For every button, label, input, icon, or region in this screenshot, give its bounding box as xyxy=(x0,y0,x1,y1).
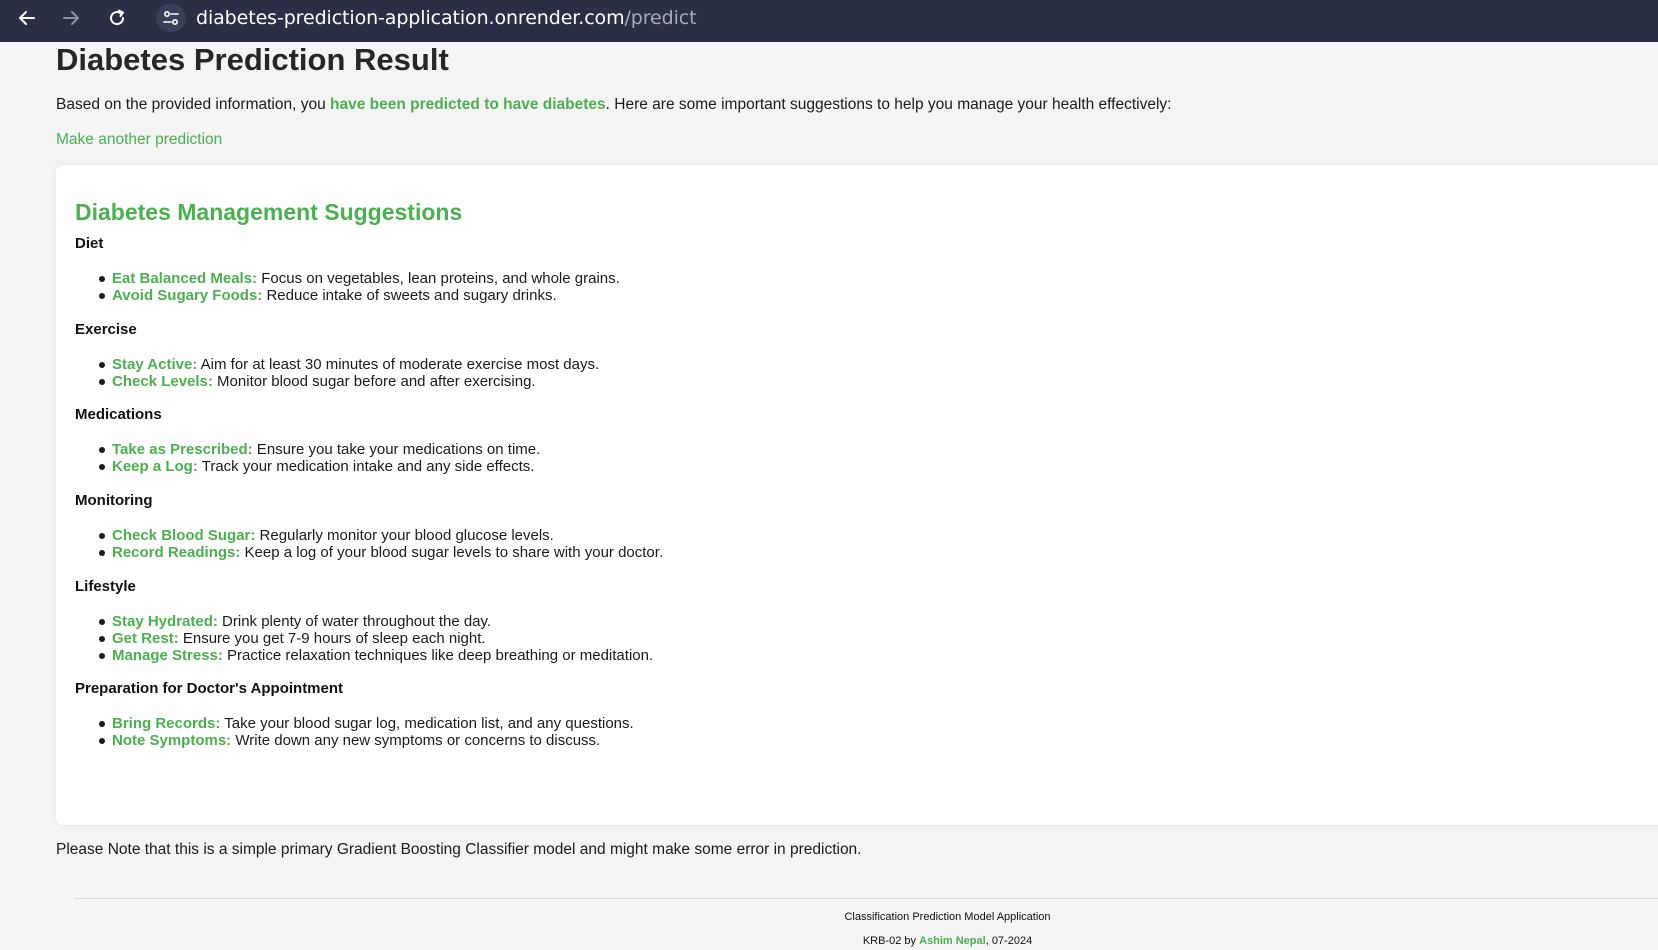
url-path: /predict xyxy=(624,7,697,29)
item-term: Check Blood Sugar: xyxy=(112,527,256,544)
list-item: Check Blood Sugar: Regularly monitor you… xyxy=(75,527,663,544)
suggestion-list: Take as Prescribed: Ensure you take your… xyxy=(75,441,540,475)
list-item: Get Rest: Ensure you get 7-9 hours of sl… xyxy=(75,630,653,647)
section-diet: Diet Eat Balanced Meals: Focus on vegeta… xyxy=(75,235,620,304)
section-title: Exercise xyxy=(75,321,137,338)
item-term: Stay Active: xyxy=(112,356,198,373)
list-item: Eat Balanced Meals: Focus on vegetables,… xyxy=(75,270,620,287)
section-title: Preparation for Doctor's Appointment xyxy=(75,680,344,697)
list-item: Avoid Sugary Foods: Reduce intake of swe… xyxy=(75,287,620,304)
item-text: Focus on vegetables, lean proteins, and … xyxy=(257,270,620,287)
suggestion-list: Stay Hydrated: Drink plenty of water thr… xyxy=(75,613,653,664)
item-term: Keep a Log: xyxy=(112,458,198,475)
item-text: Drink plenty of water throughout the day… xyxy=(217,613,492,630)
item-term: Stay Hydrated: xyxy=(112,613,218,630)
site-settings-icon xyxy=(163,10,179,26)
list-item: Stay Hydrated: Drink plenty of water thr… xyxy=(75,613,653,630)
section-lifestyle: Lifestyle Stay Hydrated: Drink plenty of… xyxy=(75,578,653,664)
prediction-summary: Based on the provided information, you h… xyxy=(56,96,1171,114)
item-term: Take as Prescribed: xyxy=(112,441,253,458)
section-title: Diet xyxy=(75,235,104,252)
prediction-result-highlight: have been predicted to have diabetes xyxy=(330,96,606,113)
list-item: Keep a Log: Track your medication intake… xyxy=(75,458,540,475)
page-title: Diabetes Prediction Result xyxy=(56,42,449,77)
address-bar[interactable]: diabetes-prediction-application.onrender… xyxy=(196,3,697,33)
item-text: Ensure you take your medications on time… xyxy=(252,441,541,458)
list-item: Take as Prescribed: Ensure you take your… xyxy=(75,441,540,458)
item-text: Regularly monitor your blood glucose lev… xyxy=(255,527,554,544)
forward-button[interactable] xyxy=(56,3,86,33)
suggestion-list: Eat Balanced Meals: Focus on vegetables,… xyxy=(75,270,620,304)
back-arrow-icon xyxy=(19,11,35,25)
footer-divider xyxy=(74,898,1658,899)
item-text: Write down any new symptoms or concerns … xyxy=(231,732,601,749)
item-text: Keep a log of your blood sugar levels to… xyxy=(240,544,664,561)
footer-credit: KRB-02 by Ashim Nepal, 07-2024 xyxy=(0,935,1658,947)
reload-icon xyxy=(110,9,125,26)
footer-suffix: , 07-2024 xyxy=(985,935,1033,947)
browser-toolbar: diabetes-prediction-application.onrender… xyxy=(0,0,1658,42)
item-text: Aim for at least 30 minutes of moderate … xyxy=(197,356,600,373)
section-title: Lifestyle xyxy=(75,578,136,595)
section-medications: Medications Take as Prescribed: Ensure y… xyxy=(75,406,540,475)
item-text: Monitor blood sugar before and after exe… xyxy=(212,373,536,390)
item-term: Note Symptoms: xyxy=(112,732,232,749)
section-exercise: Exercise Stay Active: Aim for at least 3… xyxy=(75,321,599,390)
model-disclaimer: Please Note that this is a simple primar… xyxy=(56,841,862,858)
suggestion-list: Bring Records: Take your blood sugar log… xyxy=(75,715,634,749)
item-text: Practice relaxation techniques like deep… xyxy=(222,647,654,664)
item-term: Manage Stress: xyxy=(112,647,223,664)
footer-app-name: Classification Prediction Model Applicat… xyxy=(844,911,1051,923)
footer-author-link[interactable]: Ashim Nepal xyxy=(919,935,986,947)
list-item: Note Symptoms: Write down any new sympto… xyxy=(75,732,634,749)
summary-text-after: . Here are some important suggestions to… xyxy=(605,96,1172,113)
suggestion-list: Check Blood Sugar: Regularly monitor you… xyxy=(75,527,663,561)
list-item: Check Levels: Monitor blood sugar before… xyxy=(75,373,599,390)
item-term: Get Rest: xyxy=(112,630,179,647)
list-item: Bring Records: Take your blood sugar log… xyxy=(75,715,634,732)
site-settings-button[interactable] xyxy=(156,4,186,32)
reload-button[interactable] xyxy=(102,3,132,33)
section-monitoring: Monitoring Check Blood Sugar: Regularly … xyxy=(75,492,663,561)
section-title: Monitoring xyxy=(75,492,153,509)
item-text: Take your blood sugar log, medication li… xyxy=(220,715,634,732)
item-term: Check Levels: xyxy=(112,373,213,390)
list-item: Manage Stress: Practice relaxation techn… xyxy=(75,647,653,664)
item-text: Track your medication intake and any sid… xyxy=(197,458,535,475)
suggestion-list: Stay Active: Aim for at least 30 minutes… xyxy=(75,356,599,390)
suggestions-card: Diabetes Management Suggestions Diet Eat… xyxy=(56,165,1658,825)
item-term: Bring Records: xyxy=(112,715,221,732)
forward-arrow-icon xyxy=(63,11,79,25)
back-button[interactable] xyxy=(12,3,42,33)
footer-prefix: KRB-02 by xyxy=(862,935,920,947)
make-another-prediction-link[interactable]: Make another prediction xyxy=(56,131,222,149)
suggestions-heading: Diabetes Management Suggestions xyxy=(75,199,463,225)
item-term: Avoid Sugary Foods: xyxy=(112,287,263,304)
section-title: Medications xyxy=(75,406,162,423)
summary-text-before: Based on the provided information, you xyxy=(56,96,331,113)
item-term: Eat Balanced Meals: xyxy=(112,270,258,287)
url-host: diabetes-prediction-application.onrender… xyxy=(196,7,625,29)
item-text: Ensure you get 7-9 hours of sleep each n… xyxy=(178,630,486,647)
section-doctor-appointment: Preparation for Doctor's Appointment Bri… xyxy=(75,680,634,749)
item-text: Reduce intake of sweets and sugary drink… xyxy=(262,287,557,304)
list-item: Stay Active: Aim for at least 30 minutes… xyxy=(75,356,599,373)
item-term: Record Readings: xyxy=(112,544,241,561)
list-item: Record Readings: Keep a log of your bloo… xyxy=(75,544,663,561)
